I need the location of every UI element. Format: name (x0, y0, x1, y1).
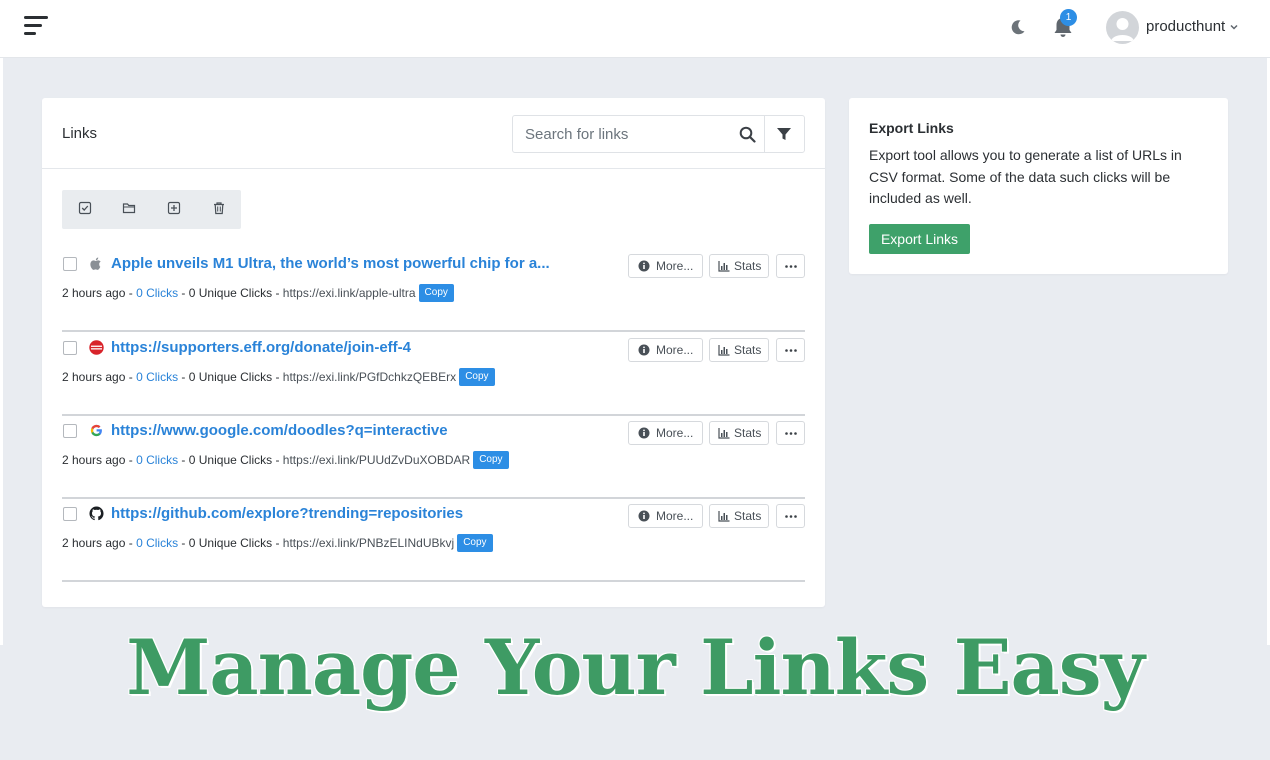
more-button[interactable]: More... (628, 421, 703, 445)
link-time: 2 hours ago (62, 286, 126, 300)
copy-button[interactable]: Copy (418, 284, 454, 302)
more-button-label: More... (656, 509, 694, 523)
github-icon (89, 506, 104, 521)
link-title[interactable]: https://www.google.com/doodles?q=interac… (111, 422, 448, 439)
copy-button[interactable]: Copy (473, 451, 509, 469)
unique-clicks: 0 Unique Clicks (188, 453, 273, 467)
notification-badge: 1 (1060, 9, 1077, 26)
link-title[interactable]: https://github.com/explore?trending=repo… (111, 505, 463, 522)
user-name[interactable]: producthunt (1146, 18, 1225, 35)
options-button[interactable] (776, 504, 805, 528)
stats-button[interactable]: Stats (709, 421, 769, 445)
card-title: Links (62, 125, 98, 142)
more-button-label: More... (656, 343, 694, 357)
unique-clicks: 0 Unique Clicks (188, 286, 273, 300)
unique-clicks: 0 Unique Clicks (188, 370, 273, 384)
bar-chart-icon (718, 428, 730, 439)
bar-chart-icon (718, 511, 730, 522)
ellipsis-icon (785, 515, 797, 518)
stats-button[interactable]: Stats (709, 254, 769, 278)
more-button[interactable]: More... (628, 504, 703, 528)
list-item: https://supporters.eff.org/donate/join-e… (62, 332, 805, 416)
row-divider (62, 580, 805, 582)
top-navbar: 1 producthunt (0, 0, 1270, 58)
info-icon (638, 510, 650, 522)
info-icon (638, 427, 650, 439)
short-url: https://exi.link/PNBzELINdUBkvj (282, 536, 455, 550)
link-meta: 2 hours ago - 0 Clicks - 0 Unique Clicks… (62, 284, 454, 302)
clicks-link[interactable]: 0 Clicks (136, 453, 178, 467)
ellipsis-icon (785, 349, 797, 352)
ellipsis-icon (785, 432, 797, 435)
stats-button-label: Stats (734, 426, 762, 440)
stats-button-label: Stats (734, 343, 762, 357)
copy-button[interactable]: Copy (457, 534, 493, 552)
more-button-label: More... (656, 426, 694, 440)
search-box (512, 115, 805, 153)
stats-button[interactable]: Stats (709, 338, 769, 362)
stats-button-label: Stats (734, 259, 762, 273)
page-edge (0, 58, 3, 645)
row-checkbox[interactable] (63, 507, 77, 521)
export-description: Export tool allows you to generate a lis… (869, 147, 1182, 206)
link-title[interactable]: Apple unveils M1 Ultra, the world’s most… (111, 255, 550, 272)
moon-icon[interactable] (1009, 18, 1027, 36)
list-item: https://github.com/explore?trending=repo… (62, 498, 805, 582)
export-title: Export Links (869, 120, 954, 136)
select-all-icon[interactable] (78, 201, 92, 215)
row-checkbox[interactable] (63, 424, 77, 438)
list-item: https://www.google.com/doodles?q=interac… (62, 415, 805, 499)
row-checkbox[interactable] (63, 257, 77, 271)
ellipsis-icon (785, 265, 797, 268)
chevron-down-icon[interactable] (1228, 21, 1240, 33)
short-url: https://exi.link/apple-ultra (282, 286, 416, 300)
trash-icon[interactable] (212, 201, 226, 215)
links-card: Links Search for links Apple unveils M1 … (42, 98, 825, 607)
short-url: https://exi.link/PGfDchkzQEBErx (282, 370, 457, 384)
unique-clicks: 0 Unique Clicks (188, 536, 273, 550)
clicks-link[interactable]: 0 Clicks (136, 286, 178, 300)
search-icon[interactable] (739, 126, 756, 143)
eff-icon (89, 340, 104, 355)
link-time: 2 hours ago (62, 453, 126, 467)
bar-chart-icon (718, 345, 730, 356)
copy-button[interactable]: Copy (459, 368, 495, 386)
export-card: Export Links Export tool allows you to g… (849, 98, 1228, 274)
link-meta: 2 hours ago - 0 Clicks - 0 Unique Clicks… (62, 534, 493, 552)
apple-icon (90, 257, 101, 270)
google-icon (90, 424, 102, 437)
link-time: 2 hours ago (62, 370, 126, 384)
list-item: Apple unveils M1 Ultra, the world’s most… (62, 248, 805, 332)
search-input[interactable] (513, 116, 763, 152)
stats-button[interactable]: Stats (709, 504, 769, 528)
options-button[interactable] (776, 254, 805, 278)
row-checkbox[interactable] (63, 341, 77, 355)
link-time: 2 hours ago (62, 536, 126, 550)
info-icon (638, 344, 650, 356)
link-meta: 2 hours ago - 0 Clicks - 0 Unique Clicks… (62, 368, 495, 386)
link-meta: 2 hours ago - 0 Clicks - 0 Unique Clicks… (62, 451, 509, 469)
short-url: https://exi.link/PUUdZvDuXOBDAR (282, 453, 471, 467)
more-button-label: More... (656, 259, 694, 273)
more-button[interactable]: More... (628, 338, 703, 362)
link-title[interactable]: https://supporters.eff.org/donate/join-e… (111, 339, 411, 356)
info-icon (638, 260, 650, 272)
add-icon[interactable] (167, 201, 181, 215)
filter-icon[interactable] (776, 126, 792, 142)
clicks-link[interactable]: 0 Clicks (136, 536, 178, 550)
stats-button-label: Stats (734, 509, 762, 523)
clicks-link[interactable]: 0 Clicks (136, 370, 178, 384)
divider (42, 168, 825, 169)
divider (764, 116, 765, 152)
options-button[interactable] (776, 338, 805, 362)
bar-chart-icon (718, 261, 730, 272)
more-button[interactable]: More... (628, 254, 703, 278)
folder-icon[interactable] (122, 201, 136, 215)
menu-icon[interactable] (24, 15, 50, 37)
bulk-actions-toolbar (62, 190, 241, 229)
promo-headline: Manage Your Links Easy (126, 623, 1145, 712)
options-button[interactable] (776, 421, 805, 445)
export-links-button[interactable]: Export Links (869, 224, 970, 254)
avatar[interactable] (1106, 11, 1139, 44)
